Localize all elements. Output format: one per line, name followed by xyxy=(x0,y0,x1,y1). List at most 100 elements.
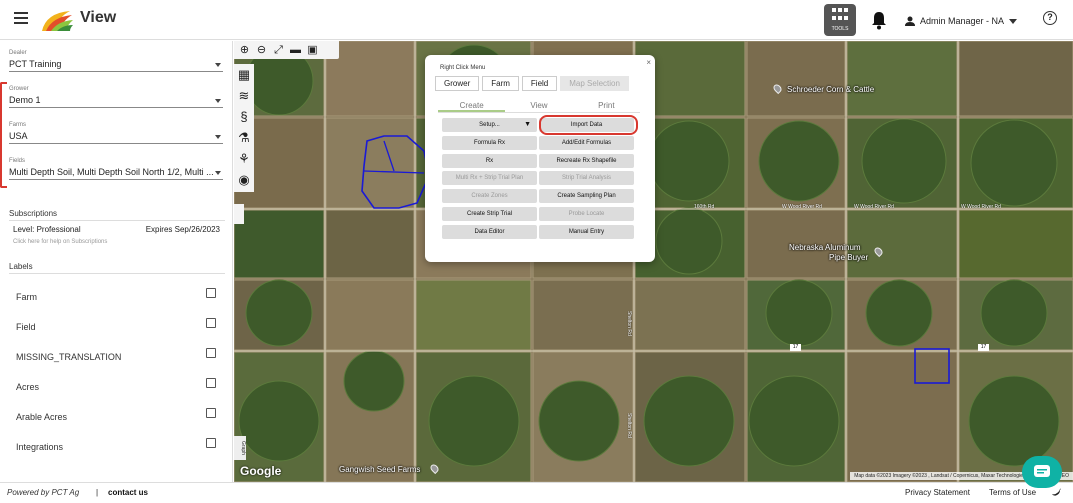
footer: Powered by PCT Ag | contact us Privacy S… xyxy=(0,482,1073,503)
contact-link[interactable]: contact us xyxy=(108,488,148,497)
place-label-nebraska-2[interactable]: Pipe Buyer xyxy=(829,253,868,262)
place-label-gangwish[interactable]: Gangwish Seed Farms xyxy=(339,465,420,474)
subscriptions-title: Subscriptions xyxy=(9,209,58,218)
grower-label: Grower xyxy=(9,86,29,92)
create-zones-button[interactable]: Create Zones xyxy=(442,189,537,203)
map-toolbar: ⊕ ⊖ ⤢ ▬ ▣ xyxy=(234,41,339,59)
dealer-value: PCT Training xyxy=(9,59,223,72)
checkbox[interactable] xyxy=(206,348,216,358)
caret-down-icon xyxy=(215,135,221,139)
checkbox[interactable] xyxy=(206,318,216,328)
terms-link[interactable]: Terms of Use xyxy=(989,488,1036,497)
tab-print[interactable]: Print xyxy=(573,100,640,112)
menu-icon[interactable] xyxy=(14,12,28,24)
close-icon[interactable]: × xyxy=(646,58,651,67)
fields-value: Multi Depth Soil, Multi Depth Soil North… xyxy=(9,167,223,180)
map-layers-icon[interactable]: ▦ xyxy=(234,64,254,85)
briefcase-icon[interactable]: ▬ xyxy=(289,44,302,57)
formula-rx-button[interactable]: Formula Rx xyxy=(442,136,537,150)
fullscreen-icon[interactable]: ⤢ xyxy=(272,44,285,57)
setup-button[interactable]: Setup... ▼ xyxy=(442,118,537,132)
tools-label: TOOLS xyxy=(831,26,849,32)
drawer-handle[interactable] xyxy=(234,204,244,224)
label-text: Field xyxy=(16,322,36,332)
divider xyxy=(9,220,225,221)
chat-button[interactable] xyxy=(1022,456,1062,488)
multi-rx-strip-button[interactable]: Multi Rx + Strip Trial Plan xyxy=(442,171,537,185)
label-toggle-acres[interactable]: Acres xyxy=(16,377,216,392)
tab-view[interactable]: View xyxy=(505,100,572,112)
place-label-schroeder[interactable]: Schroeder Corn & Cattle xyxy=(787,85,874,94)
subscription-expiry: Expires Sep/26/2023 xyxy=(145,225,220,234)
divider xyxy=(9,273,225,274)
soil-icon[interactable]: § xyxy=(234,106,254,127)
label-toggle-farm[interactable]: Farm xyxy=(16,287,216,302)
app-header: View TOOLS Admin Manager - NA ? xyxy=(0,0,1073,40)
import-data-highlight xyxy=(539,115,638,135)
label-toggle-field[interactable]: Field xyxy=(16,317,216,332)
chevron-down-icon xyxy=(1009,18,1018,24)
powered-by: Powered by PCT Ag xyxy=(7,488,80,497)
route-shield: 17 xyxy=(978,344,989,351)
app-logo xyxy=(42,11,73,31)
label-toggle-missing-translation[interactable]: MISSING_TRANSLATION xyxy=(16,347,216,362)
checkbox[interactable] xyxy=(206,378,216,388)
rx-button[interactable]: Rx xyxy=(442,154,537,168)
privacy-link[interactable]: Privacy Statement xyxy=(905,488,970,497)
selection-highlight-bracket xyxy=(0,82,7,188)
tab-create[interactable]: Create xyxy=(438,100,506,112)
fields-select[interactable]: Fields Multi Depth Soil, Multi Depth Soi… xyxy=(9,158,223,180)
help-icon[interactable]: ? xyxy=(1043,11,1057,25)
tab-field[interactable]: Field xyxy=(521,76,558,91)
place-label-nebraska-1[interactable]: Nebraska Aluminum xyxy=(789,243,861,252)
checkbox[interactable] xyxy=(206,438,216,448)
map-side-tools: ▦ ≋ § ⚗ ⚘ ◉ xyxy=(234,64,254,192)
road-label: 160th Rd xyxy=(694,204,715,210)
manual-entry-button[interactable]: Manual Entry xyxy=(539,225,634,239)
label-text: Farm xyxy=(16,292,37,302)
tools-button[interactable]: TOOLS xyxy=(824,4,856,36)
popup-title: Right Click Menu xyxy=(440,65,486,71)
twitter-icon[interactable] xyxy=(1052,488,1061,496)
google-logo: Google xyxy=(240,464,282,478)
user-menu[interactable]: Admin Manager - NA xyxy=(905,14,1018,28)
dealer-select[interactable]: Dealer PCT Training xyxy=(9,50,223,72)
subscription-help-link[interactable]: Click here for help on Subscriptions xyxy=(13,239,107,245)
zoom-in-icon[interactable]: ⊕ xyxy=(238,44,251,57)
tab-grower[interactable]: Grower xyxy=(435,76,480,91)
caret-down-icon xyxy=(215,63,221,67)
recreate-rx-shapefile-button[interactable]: Recreate Rx Shapefile xyxy=(539,154,634,168)
road-label: Shelton Rd xyxy=(626,413,632,438)
mode-tabs: Create View Print xyxy=(438,100,640,112)
user-name: Admin Manager - NA xyxy=(920,16,1005,26)
notification-bell-icon[interactable] xyxy=(870,10,888,30)
tab-farm[interactable]: Farm xyxy=(482,76,519,91)
checkbox[interactable] xyxy=(206,288,216,298)
label-toggle-arable-acres[interactable]: Arable Acres xyxy=(16,407,216,422)
sidebar: Dealer PCT Training Grower Demo 1 Farms … xyxy=(0,41,233,482)
add-edit-formulas-button[interactable]: Add/Edit Formulas xyxy=(539,136,634,150)
tab-map-selection[interactable]: Map Selection xyxy=(560,76,629,91)
label-text: MISSING_TRANSLATION xyxy=(16,352,122,362)
screenshot-icon[interactable]: ▣ xyxy=(306,44,319,57)
camera-icon[interactable]: ◉ xyxy=(234,169,254,190)
grower-value: Demo 1 xyxy=(9,95,223,108)
checkbox[interactable] xyxy=(206,408,216,418)
plant-icon[interactable]: ⚘ xyxy=(234,148,254,169)
create-strip-trial-button[interactable]: Create Strip Trial xyxy=(442,207,537,221)
lab-flask-icon[interactable]: ⚗ xyxy=(234,127,254,148)
fields-label: Fields xyxy=(9,158,26,164)
strip-trial-analysis-button[interactable]: Strip Trial Analysis xyxy=(539,171,634,185)
graph-tab[interactable]: Graph xyxy=(234,436,246,460)
route-shield: 17 xyxy=(790,344,801,351)
create-sampling-plan-button[interactable]: Create Sampling Plan xyxy=(539,189,634,203)
page-title: View xyxy=(80,9,117,26)
zoom-out-icon[interactable]: ⊖ xyxy=(255,44,268,57)
probe-locate-button[interactable]: Probe Locate xyxy=(539,207,634,221)
layers-icon[interactable]: ≋ xyxy=(234,85,254,106)
farms-select[interactable]: Farms USA xyxy=(9,122,223,144)
chat-icon xyxy=(1034,465,1050,477)
grower-select[interactable]: Grower Demo 1 xyxy=(9,86,223,108)
label-toggle-integrations[interactable]: Integrations xyxy=(16,437,216,452)
data-editor-button[interactable]: Data Editor xyxy=(442,225,537,239)
